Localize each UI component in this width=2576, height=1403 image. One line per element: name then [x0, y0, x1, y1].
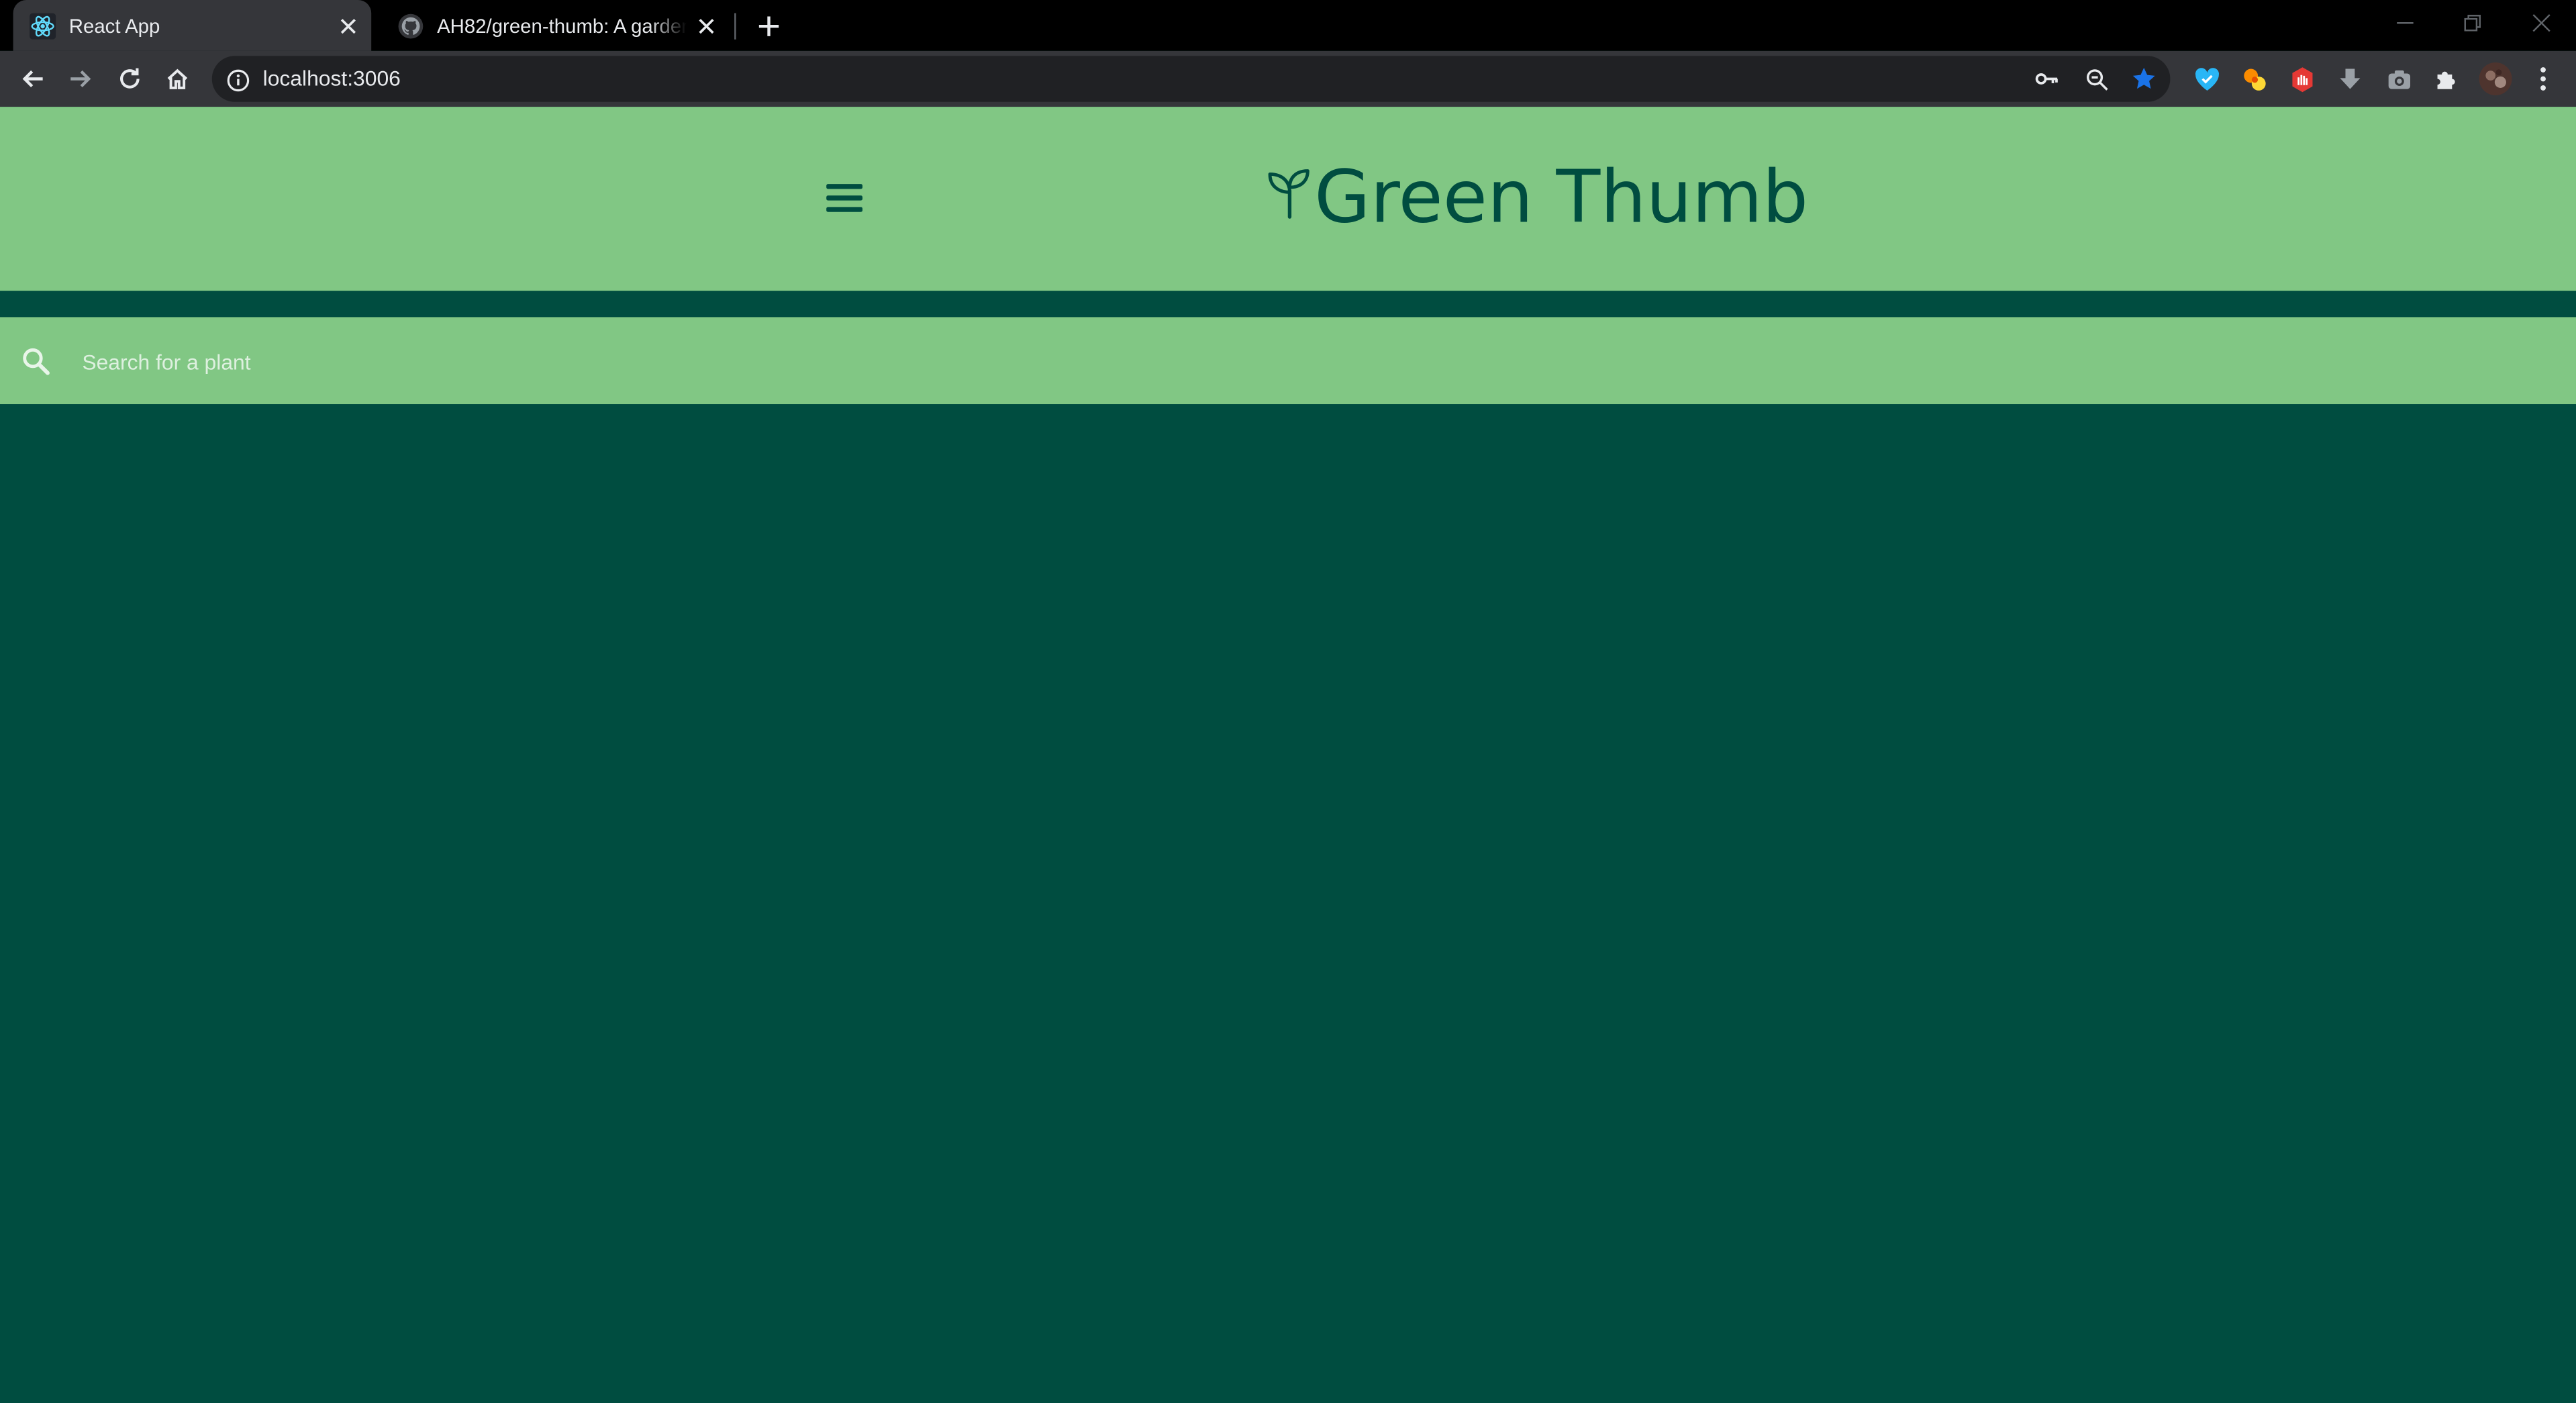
- tab-title: AH82/green-thumb: A gardening: [437, 13, 687, 38]
- search-input[interactable]: [79, 336, 1065, 387]
- download-extension-icon[interactable]: [2333, 62, 2366, 95]
- camera-extension-icon[interactable]: [2382, 62, 2415, 95]
- puzzle-icon[interactable]: [2430, 62, 2463, 95]
- back-icon[interactable]: [15, 61, 51, 97]
- restore-icon[interactable]: [2453, 7, 2492, 40]
- url-text: localhost:3006: [262, 65, 401, 91]
- home-icon[interactable]: [159, 61, 195, 97]
- forward-icon[interactable]: [62, 61, 99, 97]
- heart-extension-icon[interactable]: [2190, 62, 2223, 95]
- close-tab-icon[interactable]: [335, 12, 361, 38]
- new-tab-icon[interactable]: [752, 10, 785, 43]
- tab-title: React App: [68, 13, 160, 38]
- tab-github[interactable]: AH82/green-thumb: A gardening: [381, 0, 730, 51]
- key-icon[interactable]: [2032, 64, 2062, 93]
- app-header: Green Thumb: [0, 107, 2576, 291]
- search-bar: [0, 317, 2576, 405]
- screen: React App AH82/green-thumb: A gardening: [0, 0, 2576, 1403]
- main-content: [0, 404, 2576, 1403]
- orange-extension-icon[interactable]: [2238, 62, 2271, 95]
- sprout-icon: [1268, 169, 1309, 219]
- tab-divider: [734, 13, 736, 40]
- close-tab-icon[interactable]: [693, 12, 720, 38]
- search-icon: [23, 348, 50, 375]
- close-window-icon[interactable]: [2522, 7, 2561, 40]
- header-divider: [0, 291, 2576, 318]
- react-icon: [30, 12, 56, 39]
- info-icon[interactable]: [227, 67, 250, 99]
- browser-toolbar: localhost:3006: [0, 50, 2576, 107]
- address-bar[interactable]: localhost:3006: [211, 56, 2171, 102]
- zoom-icon[interactable]: [2081, 64, 2111, 93]
- github-icon: [397, 12, 424, 38]
- reload-icon[interactable]: [111, 61, 148, 97]
- minimize-icon[interactable]: [2385, 7, 2425, 40]
- app-title: Green Thumb: [1314, 156, 1809, 240]
- tab-react-app[interactable]: React App: [13, 0, 372, 51]
- red-hand-extension-icon[interactable]: [2285, 62, 2318, 95]
- star-icon[interactable]: [2129, 64, 2159, 93]
- tab-strip: React App AH82/green-thumb: A gardening: [0, 0, 2576, 51]
- kebab-menu-icon[interactable]: [2527, 62, 2560, 95]
- avatar[interactable]: [2479, 62, 2512, 95]
- hamburger-menu-icon[interactable]: [822, 173, 868, 222]
- brand[interactable]: Green Thumb: [1265, 156, 1808, 242]
